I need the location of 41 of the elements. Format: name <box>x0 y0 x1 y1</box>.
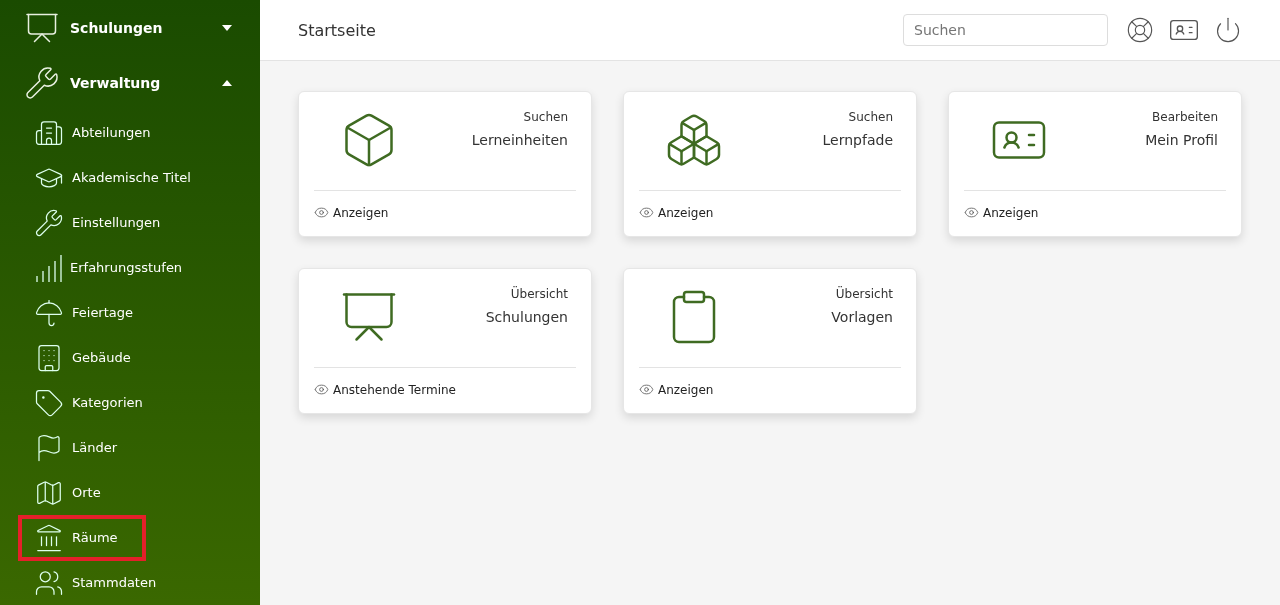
card-title: Mein Profil <box>1145 132 1218 148</box>
sidebar-item[interactable]: Länder <box>18 424 146 471</box>
sidebar-item[interactable]: Feiertage <box>18 289 162 336</box>
sidebar-item[interactable]: Orte <box>18 469 129 516</box>
eye-icon <box>314 205 329 220</box>
sidebar-item[interactable]: Erfahrungsstufen <box>18 244 211 291</box>
card-link[interactable]: Anzeigen <box>314 205 389 220</box>
sidebar-section[interactable]: Verwaltung <box>24 55 260 110</box>
card-caption: Übersicht <box>835 287 893 301</box>
tools-icon <box>24 64 60 101</box>
card-title: Lerneinheiten <box>471 132 568 148</box>
card-link[interactable]: Anzeigen <box>639 205 714 220</box>
sidebar-item[interactable]: Kategorien <box>18 379 171 426</box>
caret-icon <box>222 24 232 31</box>
signal-bars-icon <box>34 252 62 283</box>
card-caption: Übersicht <box>510 287 568 301</box>
card-caption: Bearbeiten <box>1152 110 1218 124</box>
card-title: Schulungen <box>485 309 568 325</box>
card-link[interactable]: Anzeigen <box>639 382 714 397</box>
search-field[interactable]: Suchen <box>903 14 1108 46</box>
sidebar-item[interactable]: Einstellungen <box>18 199 189 246</box>
page-title: Startseite <box>298 20 377 40</box>
power-button[interactable] <box>1214 16 1242 44</box>
card-caption: Suchen <box>848 110 893 124</box>
card-caption: Suchen <box>523 110 568 124</box>
eye-icon <box>964 205 979 220</box>
sidebar-item[interactable]: Gebäude <box>18 334 159 381</box>
sidebar-section[interactable]: Schulungen <box>24 0 260 55</box>
sidebar-item[interactable]: Stammdaten <box>18 559 185 605</box>
card-link[interactable]: Anzeigen <box>964 205 1039 220</box>
help-button[interactable] <box>1126 16 1154 44</box>
highlighted-sidebar-item[interactable]: Räume <box>18 514 146 561</box>
card-title: Lernpfade <box>822 132 893 148</box>
eye-icon <box>639 382 654 397</box>
card-title: Vorlagen <box>831 309 893 325</box>
eye-icon <box>314 382 329 397</box>
sidebar-item[interactable]: Abteilungen <box>18 109 179 156</box>
sidebar-item[interactable]: Akademische Titel <box>18 154 219 201</box>
eye-icon <box>639 205 654 220</box>
card-link[interactable]: Anstehende Termine <box>314 382 456 397</box>
caret-icon <box>222 79 232 86</box>
